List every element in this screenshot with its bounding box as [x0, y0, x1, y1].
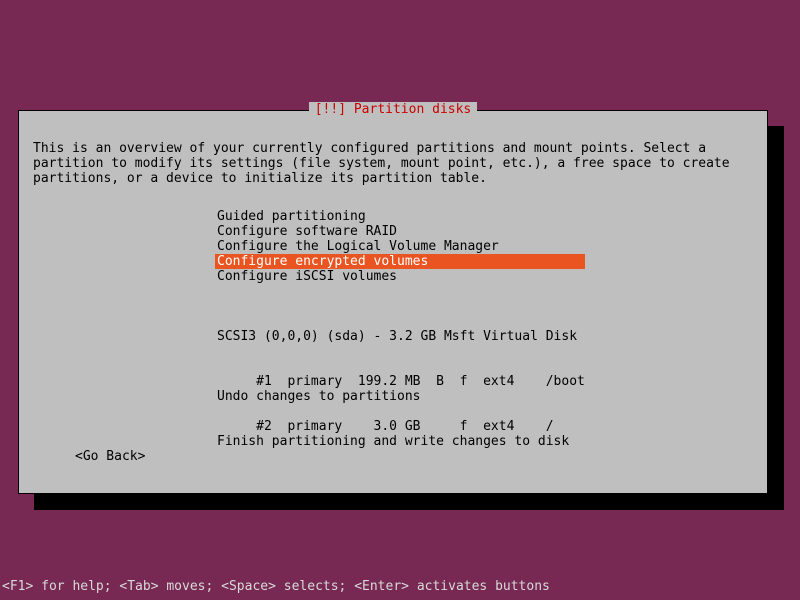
dialog-title: [!!] Partition disks	[309, 102, 478, 117]
menu-guided-partitioning[interactable]: Guided partitioning	[215, 209, 585, 224]
partition-menu: Guided partitioning Configure software R…	[215, 209, 585, 284]
undo-changes[interactable]: Undo changes to partitions	[215, 389, 571, 404]
dialog-title-wrap: [!!] Partition disks	[19, 102, 767, 117]
partition-disks-dialog: [!!] Partition disks This is an overview…	[18, 110, 768, 494]
menu-configure-encrypted-volumes[interactable]: Configure encrypted volumes	[215, 254, 585, 269]
menu-configure-iscsi[interactable]: Configure iSCSI volumes	[215, 269, 585, 284]
dialog-intro: This is an overview of your currently co…	[19, 111, 767, 196]
finish-partitioning[interactable]: Finish partitioning and write changes to…	[215, 434, 571, 449]
help-bar: <F1> for help; <Tab> moves; <Space> sele…	[0, 579, 550, 594]
menu-configure-raid[interactable]: Configure software RAID	[215, 224, 585, 239]
go-back-button[interactable]: <Go Back>	[75, 449, 145, 464]
disk-header[interactable]: SCSI3 (0,0,0) (sda) - 3.2 GB Msft Virtua…	[215, 329, 587, 344]
action-block: Undo changes to partitions Finish partit…	[215, 359, 571, 479]
menu-configure-lvm[interactable]: Configure the Logical Volume Manager	[215, 239, 585, 254]
